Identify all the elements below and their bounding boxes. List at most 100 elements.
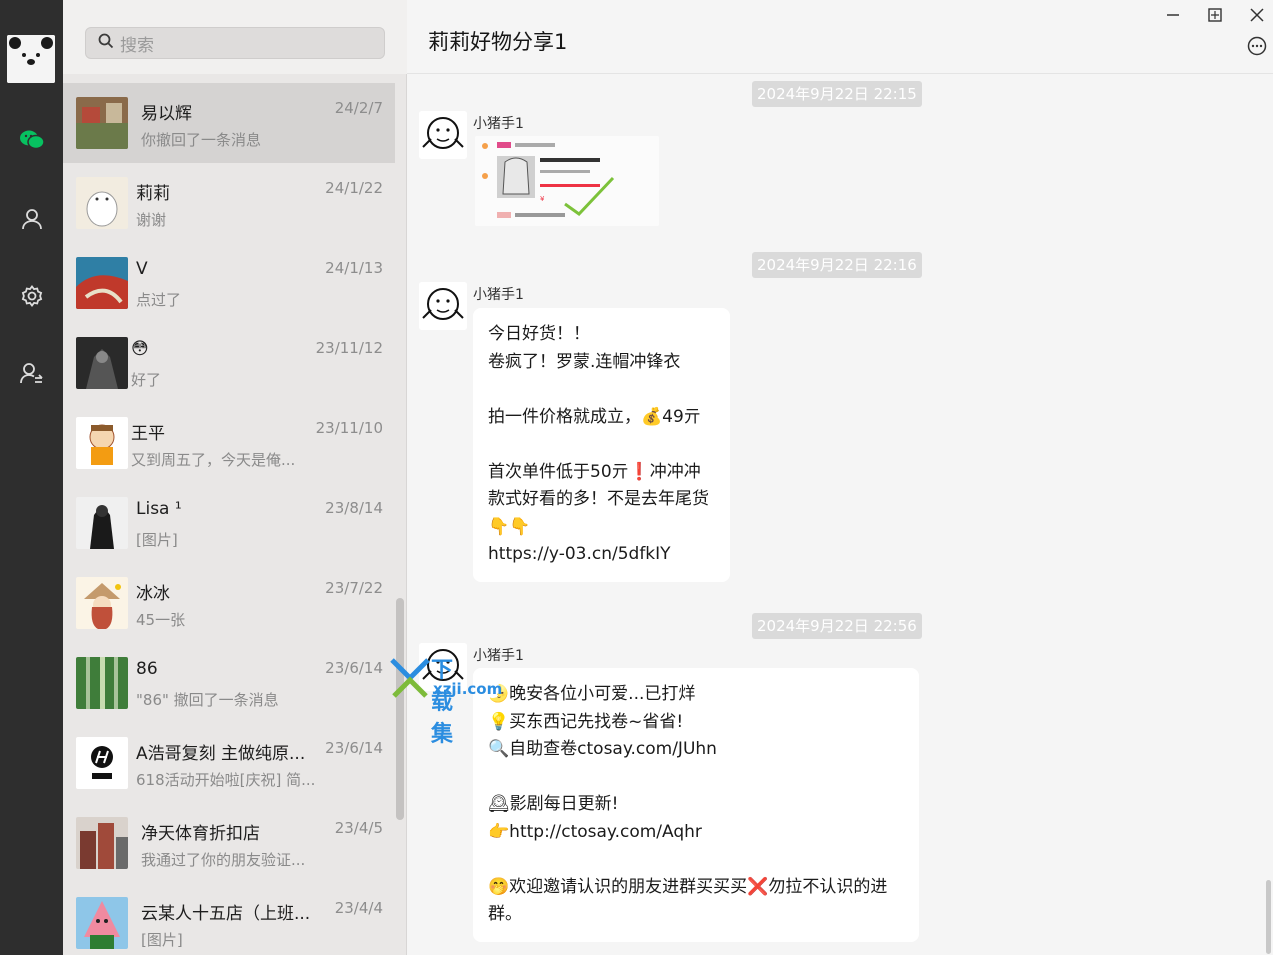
conversation-preview: 又到周五了，今天是俺...	[131, 451, 296, 469]
contact-avatar	[76, 177, 128, 229]
conversation-name: A浩哥复刻 主做纯原...	[136, 744, 306, 764]
sender-name: 小猪手1	[473, 116, 524, 132]
conversation-name: Lisa ¹	[136, 499, 182, 519]
close-button[interactable]	[1245, 4, 1269, 28]
conversation-name: 王平	[131, 424, 165, 444]
watermark: 下载集 xzji.com	[388, 652, 502, 747]
contact-avatar	[76, 737, 128, 789]
conversation-name: 易以辉	[141, 104, 192, 124]
contact-avatar	[76, 497, 128, 549]
sender-avatar[interactable]	[419, 282, 467, 330]
contact-avatar	[76, 97, 128, 149]
message-line: 🌛晚安各位小可爱...已打烊	[488, 684, 696, 704]
conversation-name: 云某人十五店（上班...	[141, 904, 311, 924]
conversation-item[interactable]: 王平 又到周五了，今天是俺... 23/11/10	[63, 403, 395, 483]
conversation-item[interactable]: 云某人十五店（上班... [图片] 23/4/4	[63, 883, 395, 955]
contact-avatar	[76, 897, 128, 949]
conversation-item[interactable]: 😳 好了 23/11/12	[63, 323, 395, 403]
contact-avatar	[76, 577, 128, 629]
conversation-item[interactable]: 冰冰 45一张 23/7/22	[63, 563, 395, 643]
contact-avatar	[76, 657, 128, 709]
conversation-date: 23/6/14	[325, 659, 383, 677]
conversation-preview: 点过了	[136, 291, 182, 309]
chat-header: 莉莉好物分享1	[407, 0, 1273, 74]
conversation-date: 23/6/14	[325, 739, 383, 757]
conversation-date: 23/7/22	[325, 579, 383, 597]
minimize-button[interactable]	[1161, 4, 1185, 28]
conversation-name: 86	[136, 659, 158, 679]
conversation-date: 23/4/5	[334, 819, 383, 837]
search-input[interactable]: 搜索	[85, 27, 385, 59]
message-timestamp: 2024年9月22日 22:15	[752, 81, 922, 107]
conversation-preview: [图片]	[141, 931, 183, 949]
contact-avatar	[76, 817, 128, 869]
gear-icon	[20, 284, 44, 308]
search-placeholder: 搜索	[120, 35, 154, 56]
message-line: 今日好货！！	[488, 324, 590, 344]
message-timestamp: 2024年9月22日 22:16	[752, 252, 922, 278]
user-switch-icon	[19, 362, 44, 386]
maximize-button[interactable]	[1203, 4, 1227, 28]
conversation-item[interactable]: Lisa ¹ [图片] 23/8/14	[63, 483, 395, 563]
conversation-name: 😳	[131, 339, 149, 359]
message-timestamp: 2024年9月22日 22:56	[752, 613, 922, 639]
conversation-date: 24/2/7	[334, 99, 383, 117]
image-message[interactable]: ¥	[475, 136, 659, 226]
message-line: 🤭欢迎邀请认识的朋友进群买买买❌勿拉不认识的进	[488, 876, 888, 897]
message-line: 💡买东西记先找卷~省省!	[488, 711, 684, 732]
list-scrollbar[interactable]	[396, 598, 404, 820]
conversation-name: 冰冰	[136, 584, 170, 604]
nav-chats[interactable]	[0, 120, 63, 160]
minimize-icon	[1166, 7, 1180, 26]
message-link[interactable]: 👉http://ctosay.com/Aqhr	[488, 819, 905, 847]
conversation-date: 23/11/10	[315, 419, 383, 437]
chat-icon	[19, 129, 45, 151]
contacts-icon	[21, 208, 43, 230]
conversation-preview: "86" 撤回了一条消息	[136, 691, 279, 709]
message-line: 👇👇	[488, 516, 531, 537]
sender-name: 小猪手1	[473, 648, 524, 664]
sender-name: 小猪手1	[473, 287, 524, 303]
watermark-logo-icon	[390, 658, 430, 698]
conversation-item[interactable]: 易以辉 你撤回了一条消息 24/2/7	[63, 83, 395, 163]
sender-avatar[interactable]	[419, 111, 467, 159]
chat-info-button[interactable]	[1247, 36, 1267, 56]
conversation-date: 23/8/14	[325, 499, 383, 517]
nav-rail	[0, 0, 63, 955]
conversation-item[interactable]: 净天体育折扣店 我通过了你的朋友验证... 23/4/5	[63, 803, 395, 883]
watermark-url: xzji.com	[433, 680, 503, 698]
user-avatar[interactable]	[7, 35, 55, 83]
message-link[interactable]: 🔍自助查卷ctosay.com/JUhn	[488, 736, 905, 764]
conversation-preview: 谢谢	[136, 211, 167, 229]
watermark-text: 下载集	[431, 658, 455, 747]
nav-account[interactable]	[0, 354, 63, 394]
nav-contacts[interactable]	[0, 199, 63, 239]
nav-settings[interactable]	[0, 276, 63, 316]
conversation-preview: 好了	[131, 371, 162, 389]
conversation-item[interactable]: 莉莉 谢谢 24/1/22	[63, 163, 395, 243]
message-link[interactable]: https://y-03.cn/5dfkIY	[488, 541, 716, 569]
conversation-list: 搜索 易以辉 你撤回了一条消息 24/2/7 莉莉 谢谢 24/1/22 V 点…	[63, 0, 407, 955]
conversation-name: 净天体育折扣店	[141, 824, 260, 844]
conversation-item[interactable]: V 点过了 24/1/13	[63, 243, 395, 323]
conversation-name: 莉莉	[136, 184, 170, 204]
message-line	[488, 376, 716, 404]
conversation-preview: 618活动开始啦[庆祝] 简...	[136, 771, 316, 789]
message-line: 首次单件低于50亓❗冲冲冲	[488, 461, 701, 482]
conversation-preview: 45一张	[136, 611, 186, 629]
message-line	[488, 431, 716, 459]
contact-avatar	[76, 417, 128, 469]
message-line	[488, 846, 905, 874]
conversation-item[interactable]: A浩哥复刻 主做纯原... 618活动开始啦[庆祝] 简... 23/6/14	[63, 723, 395, 803]
message-bubble[interactable]: 今日好货！！ 卷疯了！罗蒙.连帽冲锋衣 拍一件价格就成立，💰49亓 首次单件低于…	[473, 308, 730, 582]
message-line: 🕰影剧每日更新!	[488, 794, 619, 814]
chat-scrollbar[interactable]	[1266, 880, 1271, 954]
conversation-item[interactable]: 86 "86" 撤回了一条消息 23/6/14	[63, 643, 395, 723]
message-line: 卷疯了！罗蒙.连帽冲锋衣	[488, 351, 681, 372]
message-bubble[interactable]: 🌛晚安各位小可爱...已打烊 💡买东西记先找卷~省省! 🔍自助查卷ctosay.…	[473, 668, 919, 942]
conversation-preview: 你撤回了一条消息	[141, 131, 262, 149]
svg-text:¥: ¥	[540, 195, 545, 203]
conversation-name: V	[136, 259, 148, 279]
search-icon	[98, 33, 114, 53]
close-icon	[1250, 7, 1264, 26]
